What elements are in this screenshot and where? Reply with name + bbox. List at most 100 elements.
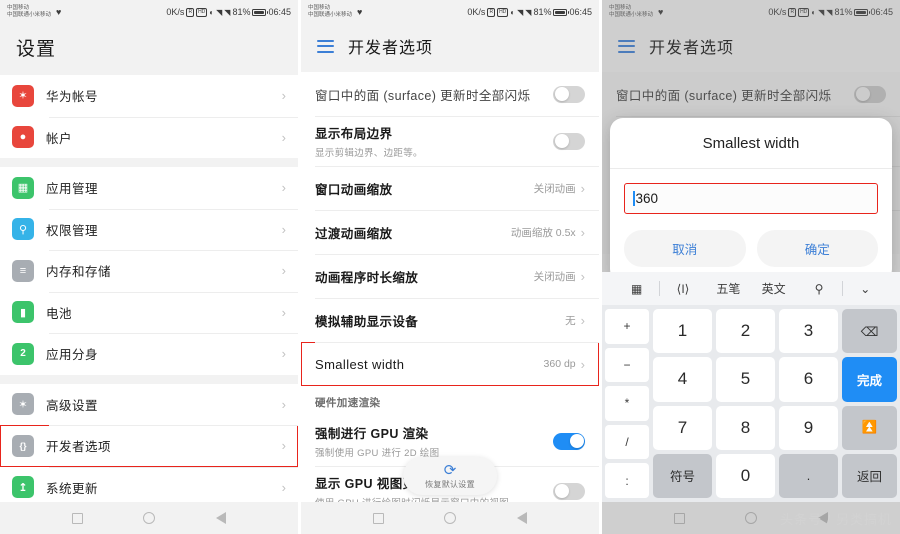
hd-call-icon: HD xyxy=(497,7,509,17)
carrier-line-1: 中国移动 xyxy=(7,5,30,11)
keyboard-toolbar: ▦ ⟨I⟩ 五笔 英文 ⚲ ⌄ xyxy=(602,272,900,305)
chevron-right-icon: › xyxy=(281,88,286,104)
key-period[interactable]: . xyxy=(779,453,838,498)
key-8[interactable]: 8 xyxy=(716,405,775,450)
key-9[interactable]: 9 xyxy=(779,405,838,450)
restore-defaults-button[interactable]: ⟳ 恢复默认设置 xyxy=(403,457,497,495)
row-value: 关闭动画 xyxy=(533,270,576,283)
carrier-line-1: 中国移动 xyxy=(308,5,331,11)
status-bar: 中国移动 中国联通小米移动 ♥ 0K/s R HD ◐ ◥ ◥ 81% 06:4… xyxy=(301,0,599,24)
list-item-label: 电池 xyxy=(46,306,73,321)
chevron-right-icon: › xyxy=(281,180,286,196)
surface-flash-toggle[interactable] xyxy=(553,85,585,103)
signal-2-icon: ◥ xyxy=(224,7,231,17)
battery-percent-label: 81% xyxy=(533,7,552,17)
force-gpu-rendering-toggle[interactable] xyxy=(553,432,585,450)
key-3[interactable]: 3 xyxy=(779,309,838,354)
group-divider xyxy=(0,374,298,384)
sidebar-item-advanced-settings[interactable]: ✶ 高级设置 › xyxy=(0,383,298,425)
status-icons: 0K/s R HD ◐ ◥ ◥ 81% 06:45 xyxy=(467,7,592,17)
key-asterisk[interactable]: * xyxy=(605,386,649,421)
done-button[interactable]: 完成 xyxy=(842,357,897,402)
smallest-width-row[interactable]: Smallest width 360 dp › xyxy=(301,342,599,386)
surface-flash-row[interactable]: 窗口中的面 (surface) 更新时全部闪烁 xyxy=(301,72,599,116)
row-title: 窗口动画缩放 xyxy=(315,182,393,197)
app-bar: 开发者选项 xyxy=(301,24,599,72)
huawei-flower-icon: ✶ xyxy=(12,84,34,107)
confirm-button[interactable]: 确定 xyxy=(756,230,878,267)
sidebar-item-app-twin[interactable]: 2 应用分身 › xyxy=(0,333,298,375)
key-plus[interactable]: + xyxy=(605,309,649,344)
key-symbols[interactable]: 符号 xyxy=(653,453,712,498)
system-update-icon: ↥ xyxy=(12,476,34,499)
backspace-icon[interactable]: ⌫ xyxy=(842,309,897,354)
row-value: 关闭动画 xyxy=(533,182,576,195)
watermark: 头条号 / 另类搞机 xyxy=(780,512,892,527)
key-slash[interactable]: / xyxy=(605,424,649,460)
gear-icon: ✶ xyxy=(12,393,34,416)
list-item-label: 帐户 xyxy=(46,131,73,146)
list-item-label: 内存和存储 xyxy=(46,265,112,280)
key-minus[interactable]: − xyxy=(605,347,649,383)
phone-panel-settings: 中国移动 中国联通小米移动 ♥ 0K/s R HD ◐ ◥ ◥ 81% 06:4… xyxy=(0,0,298,534)
english-input-label[interactable]: 英文 xyxy=(751,280,796,297)
show-layout-bounds-toggle[interactable] xyxy=(553,132,585,150)
sidebar-item-accounts[interactable]: ● 帐户 › xyxy=(0,116,298,158)
sidebar-item-developer-options[interactable]: {} 开发者选项 › xyxy=(0,425,298,467)
row-title: 显示布局边界 xyxy=(315,127,393,141)
key-7[interactable]: 7 xyxy=(653,405,712,450)
cancel-button[interactable]: 取消 xyxy=(624,230,746,267)
chevron-right-icon: › xyxy=(281,129,286,145)
show-layout-bounds-row[interactable]: 显示布局边界 显示剪辑边界、边距等。 xyxy=(301,116,599,166)
triangle-back-icon[interactable] xyxy=(215,512,226,524)
square-recents-icon[interactable] xyxy=(72,512,84,524)
sidebar-item-battery[interactable]: ▮ 电池 › xyxy=(0,291,298,333)
sidebar-item-app-management[interactable]: ▦ 应用管理 › xyxy=(0,167,298,209)
circle-home-icon[interactable] xyxy=(444,512,457,524)
show-gpu-view-updates-toggle[interactable] xyxy=(553,482,585,500)
circle-home-icon[interactable] xyxy=(143,512,156,524)
animator-duration-scale-row[interactable]: 动画程序时长缩放 关闭动画 › xyxy=(301,254,599,298)
nfc-icon: R xyxy=(487,7,496,17)
return-button[interactable]: 返回 xyxy=(842,453,897,498)
phone-panel-smallest-width-dialog: 中国移动 中国联通小米移动 ♥ 0K/s R HD ◐ ◥ ◥ 81% 06:4… xyxy=(602,0,900,534)
smallest-width-input[interactable]: 360 xyxy=(624,183,878,214)
wubi-input-label[interactable]: 五笔 xyxy=(706,280,751,297)
chevron-right-icon: › xyxy=(281,396,286,412)
hamburger-menu-icon[interactable] xyxy=(317,39,334,53)
list-item-label: 系统更新 xyxy=(46,481,99,496)
simulate-secondary-displays-row[interactable]: 模拟辅助显示设备 无 › xyxy=(301,298,599,342)
key-colon[interactable]: : xyxy=(605,463,649,498)
transition-animation-scale-row[interactable]: 过渡动画缩放 动画缩放 0.5x › xyxy=(301,210,599,254)
screenshot-root: 中国移动 中国联通小米移动 ♥ 0K/s R HD ◐ ◥ ◥ 81% 06:4… xyxy=(0,0,900,534)
sidebar-item-permissions[interactable]: ⚲ 权限管理 › xyxy=(0,208,298,250)
battery-icon xyxy=(252,8,269,16)
sidebar-item-huawei-account[interactable]: ✶ 华为帐号 › xyxy=(0,75,298,117)
keyboard-grid-icon[interactable]: ▦ xyxy=(614,282,659,296)
triangle-back-icon[interactable] xyxy=(516,512,527,524)
row-value: 360 dp xyxy=(543,358,576,370)
row-title: 过渡动画缩放 xyxy=(315,226,393,241)
section-header-hardware-acceleration: 硬件加速渲染 xyxy=(301,386,599,416)
text-cursor xyxy=(633,191,635,206)
cursor-move-icon[interactable]: ⟨I⟩ xyxy=(660,282,705,296)
row-title: 强制进行 GPU 渲染 xyxy=(315,427,429,441)
sidebar-item-memory-storage[interactable]: ≡ 内存和存储 › xyxy=(0,250,298,292)
carrier-line-2: 中国联通小米移动 xyxy=(308,12,353,18)
page-title: 开发者选项 xyxy=(348,40,434,57)
key-5[interactable]: 5 xyxy=(716,357,775,402)
key-1[interactable]: 1 xyxy=(653,309,712,354)
key-0[interactable]: 0 xyxy=(716,453,775,498)
space-download-icon[interactable]: ⏫ xyxy=(842,405,897,450)
chevron-right-icon: › xyxy=(580,224,585,240)
key-4[interactable]: 4 xyxy=(653,357,712,402)
square-recents-icon[interactable] xyxy=(373,512,385,524)
search-icon[interactable]: ⚲ xyxy=(796,282,841,296)
key-2[interactable]: 2 xyxy=(716,309,775,354)
chevron-down-icon[interactable]: ⌄ xyxy=(843,282,888,296)
window-animation-scale-row[interactable]: 窗口动画缩放 关闭动画 › xyxy=(301,166,599,210)
list-item-label: 华为帐号 xyxy=(46,90,99,105)
key-6[interactable]: 6 xyxy=(779,357,838,402)
status-bar: 中国移动 中国联通小米移动 ♥ 0K/s R HD ◐ ◥ ◥ 81% 06:4… xyxy=(0,0,298,24)
chevron-right-icon: › xyxy=(281,221,286,237)
